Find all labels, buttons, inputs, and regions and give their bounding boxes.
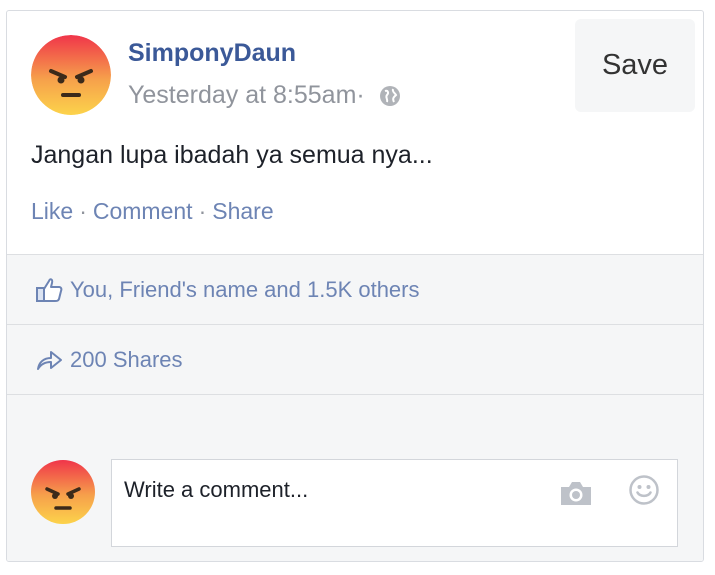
- post-meta: Yesterday at 8:55am·: [128, 81, 401, 110]
- commenter-avatar: [31, 460, 95, 524]
- globe-icon[interactable]: [379, 85, 401, 107]
- share-link[interactable]: Share: [212, 198, 273, 224]
- like-link[interactable]: Like: [31, 198, 73, 224]
- save-button[interactable]: Save: [575, 19, 695, 112]
- author-name[interactable]: SimponyDaun: [128, 39, 296, 68]
- smiley-icon[interactable]: [628, 474, 660, 506]
- comment-link[interactable]: Comment: [93, 198, 193, 224]
- action-separator: ·: [79, 198, 87, 224]
- reactions-row[interactable]: You, Friend's name and 1.5K others: [7, 255, 703, 325]
- thumbs-up-icon: [36, 277, 63, 302]
- angry-face-icon: [31, 460, 95, 524]
- shares-summary[interactable]: 200 Shares: [70, 347, 183, 373]
- comment-composer: [111, 459, 678, 547]
- post-actions: Like · Comment · Share: [31, 198, 274, 225]
- camera-icon[interactable]: [559, 478, 593, 508]
- post-card: SimponyDaun Yesterday at 8:55am· Save Ja…: [6, 10, 704, 562]
- shares-row[interactable]: 200 Shares: [7, 325, 703, 395]
- feedback-panel: You, Friend's name and 1.5K others 200 S…: [7, 254, 703, 561]
- reactions-summary[interactable]: You, Friend's name and 1.5K others: [70, 277, 420, 303]
- author-avatar[interactable]: [31, 35, 111, 115]
- angry-face-icon: [31, 35, 111, 115]
- post-text: Jangan lupa ibadah ya semua nya...: [31, 141, 433, 169]
- post-timestamp[interactable]: Yesterday at 8:55am·: [128, 81, 365, 110]
- comment-input[interactable]: [112, 460, 554, 520]
- share-arrow-icon: [37, 350, 62, 370]
- action-separator: ·: [198, 198, 207, 224]
